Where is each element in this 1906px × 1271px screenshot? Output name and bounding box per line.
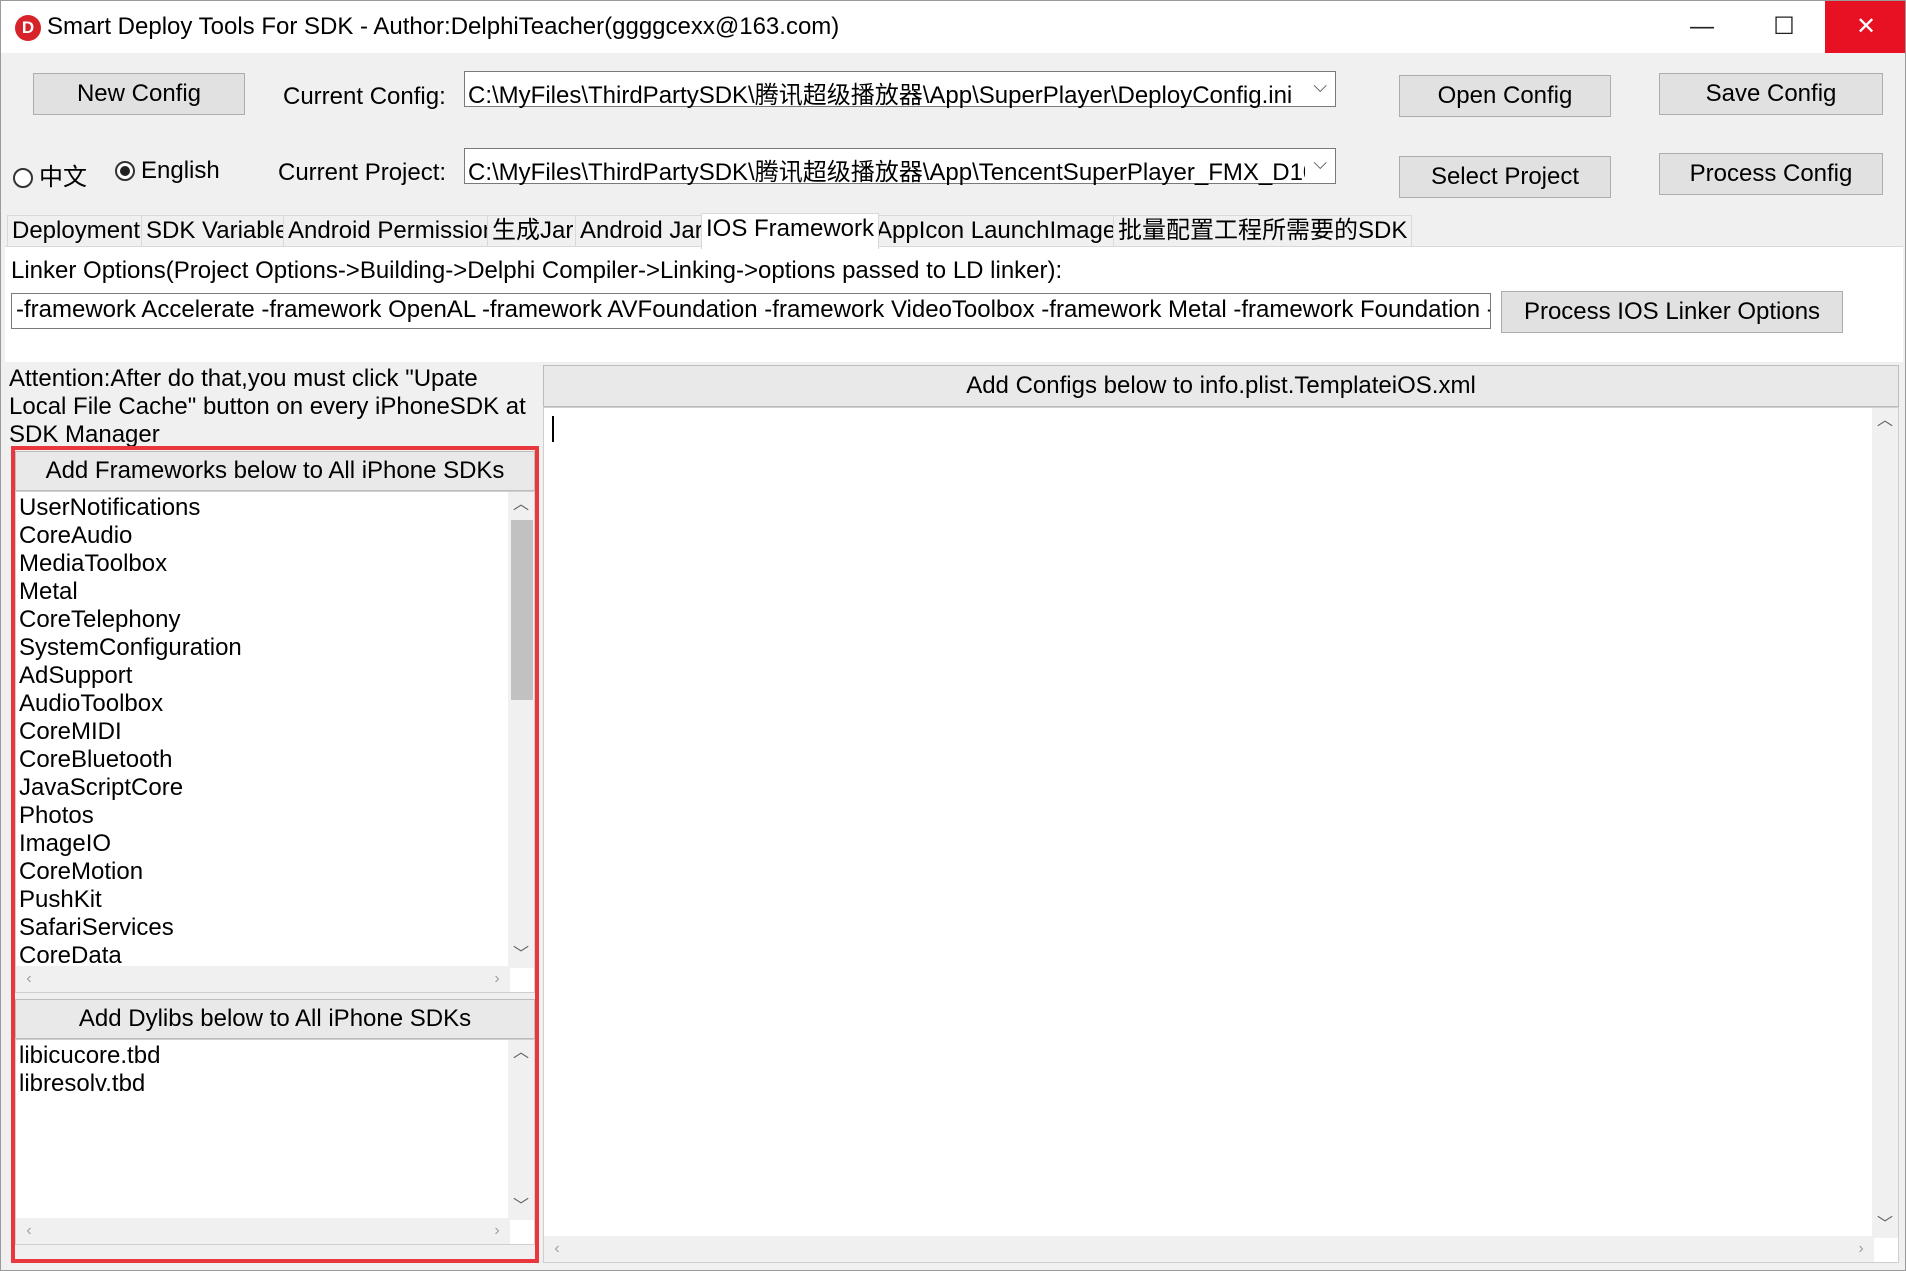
tab-ios-framework[interactable]: IOS Framework — [701, 213, 880, 249]
radio-chinese[interactable]: 中文 — [13, 157, 87, 192]
scroll-up-icon[interactable]: ︿ — [1872, 408, 1898, 434]
scroll-left-icon[interactable]: ‹ — [544, 1236, 570, 1262]
current-config-label: Current Config: — [283, 83, 446, 110]
framework-list-item[interactable]: UserNotifications — [16, 494, 506, 522]
dylib-list-item[interactable]: libicucore.tbd — [16, 1042, 506, 1070]
current-project-label: Current Project: — [278, 159, 447, 186]
close-button[interactable]: ✕ — [1825, 1, 1905, 53]
framework-list-item[interactable]: ImageIO — [16, 830, 506, 858]
text-caret — [552, 416, 554, 442]
scroll-right-icon[interactable]: › — [1848, 1236, 1874, 1262]
plist-vscroll[interactable]: ︿ ﹀ — [1872, 408, 1898, 1238]
title-bar: D Smart Deploy Tools For SDK - Author:De… — [1, 1, 1905, 53]
maximize-button[interactable]: ☐ — [1743, 1, 1825, 53]
framework-list-item[interactable]: CoreBluetooth — [16, 746, 506, 774]
frameworks-header: Add Frameworks below to All iPhone SDKs — [15, 451, 535, 491]
current-config-combo[interactable]: C:\MyFiles\ThirdPartySDK\腾讯超级播放器\App\Sup… — [464, 71, 1336, 109]
framework-list-item[interactable]: JavaScriptCore — [16, 774, 506, 802]
frameworks-hscroll[interactable]: ‹ › — [16, 966, 510, 992]
framework-list-item[interactable]: Metal — [16, 578, 506, 606]
current-project-value: C:\MyFiles\ThirdPartySDK\腾讯超级播放器\App\Ten… — [468, 159, 1305, 186]
current-config-value: C:\MyFiles\ThirdPartySDK\腾讯超级播放器\App\Sup… — [468, 82, 1293, 109]
dylibs-hscroll[interactable]: ‹ › — [16, 1218, 510, 1244]
radio-chinese-label: 中文 — [39, 164, 87, 191]
tab-deployment[interactable]: Deployment — [7, 215, 146, 247]
tab-android-jar[interactable]: Android Jar — [575, 215, 708, 247]
scroll-right-icon[interactable]: › — [484, 966, 510, 992]
framework-list-item[interactable]: AudioToolbox — [16, 690, 506, 718]
current-project-combo[interactable]: C:\MyFiles\ThirdPartySDK\腾讯超级播放器\App\Ten… — [464, 148, 1336, 186]
scroll-left-icon[interactable]: ‹ — [16, 1218, 42, 1244]
linker-section: Linker Options(Project Options->Building… — [5, 247, 1903, 362]
app-logo-icon: D — [15, 15, 41, 41]
frameworks-items: UserNotifications CoreAudio MediaToolbox Me… — [16, 494, 506, 970]
tab-generate-jar[interactable]: 生成Jar — [487, 215, 579, 247]
scroll-thumb[interactable] — [511, 520, 533, 700]
attention-text: Attention:After do that,you must click "… — [9, 365, 526, 448]
scroll-up-icon[interactable]: ︿ — [508, 492, 534, 518]
scroll-left-icon[interactable]: ‹ — [16, 966, 42, 992]
scroll-up-icon[interactable]: ︿ — [508, 1040, 534, 1066]
dylibs-list[interactable]: libicucore.tbd libresolv.tbd ︿ ﹀ ‹ › — [15, 1039, 535, 1245]
main-window: D Smart Deploy Tools For SDK - Author:De… — [0, 0, 1906, 1271]
frameworks-list[interactable]: UserNotifications CoreAudio MediaToolbox Me… — [15, 491, 535, 993]
dylib-list-item[interactable]: libresolv.tbd — [16, 1070, 506, 1098]
ios-framework-page: Linker Options(Project Options->Building… — [5, 246, 1903, 1268]
tab-sdk-variable[interactable]: SDK Variable — [141, 215, 294, 247]
radio-unchecked-icon — [13, 168, 33, 188]
framework-list-item[interactable]: Photos — [16, 802, 506, 830]
framework-list-item[interactable]: PushKit — [16, 886, 506, 914]
linker-options-label: Linker Options(Project Options->Building… — [11, 257, 1063, 284]
tab-android-permission[interactable]: Android Permission — [283, 215, 502, 247]
chevron-down-icon[interactable]: ⌵ — [1313, 76, 1327, 97]
radio-checked-icon — [115, 161, 135, 181]
new-config-button[interactable]: New Config — [33, 73, 245, 115]
framework-list-item[interactable]: CoreMotion — [16, 858, 506, 886]
radio-english-label: English — [141, 157, 220, 184]
plist-memo[interactable]: ︿ ﹀ ‹ › — [543, 407, 1899, 1263]
save-config-button[interactable]: Save Config — [1659, 73, 1883, 115]
framework-list-item[interactable]: SafariServices — [16, 914, 506, 942]
tab-appicon-launchimage[interactable]: AppIcon LaunchImage — [871, 215, 1122, 247]
open-config-button[interactable]: Open Config — [1399, 75, 1611, 117]
framework-list-item[interactable]: CoreMIDI — [16, 718, 506, 746]
tab-batch-sdk-config[interactable]: 批量配置工程所需要的SDK — [1113, 215, 1413, 247]
scroll-right-icon[interactable]: › — [484, 1218, 510, 1244]
radio-english[interactable]: English — [115, 157, 220, 185]
plist-header: Add Configs below to info.plist.Template… — [543, 365, 1899, 407]
framework-list-item[interactable]: MediaToolbox — [16, 550, 506, 578]
dylibs-vscroll[interactable]: ︿ ﹀ — [508, 1040, 534, 1220]
chevron-down-icon[interactable]: ⌵ — [1313, 153, 1327, 174]
plist-hscroll[interactable]: ‹ › — [544, 1236, 1874, 1262]
frameworks-vscroll[interactable]: ︿ ﹀ — [508, 492, 534, 968]
framework-list-item[interactable]: SystemConfiguration — [16, 634, 506, 662]
scroll-down-icon[interactable]: ﹀ — [508, 942, 534, 968]
dylibs-items: libicucore.tbd libresolv.tbd — [16, 1042, 506, 1098]
framework-list-item[interactable]: CoreAudio — [16, 522, 506, 550]
minimize-button[interactable]: — — [1661, 1, 1743, 53]
select-project-button[interactable]: Select Project — [1399, 156, 1611, 198]
window-title: Smart Deploy Tools For SDK - Author:Delp… — [47, 13, 840, 40]
dylibs-header: Add Dylibs below to All iPhone SDKs — [15, 999, 535, 1039]
scroll-down-icon[interactable]: ﹀ — [508, 1194, 534, 1220]
linker-options-input[interactable]: -framework Accelerate -framework OpenAL … — [11, 293, 1491, 329]
process-config-button[interactable]: Process Config — [1659, 153, 1883, 195]
framework-list-item[interactable]: CoreTelephony — [16, 606, 506, 634]
process-ios-linker-button[interactable]: Process IOS Linker Options — [1501, 291, 1843, 333]
tab-strip: Deployment SDK Variable Android Permissi… — [7, 213, 1901, 249]
framework-list-item[interactable]: AdSupport — [16, 662, 506, 690]
scroll-down-icon[interactable]: ﹀ — [1872, 1212, 1898, 1238]
